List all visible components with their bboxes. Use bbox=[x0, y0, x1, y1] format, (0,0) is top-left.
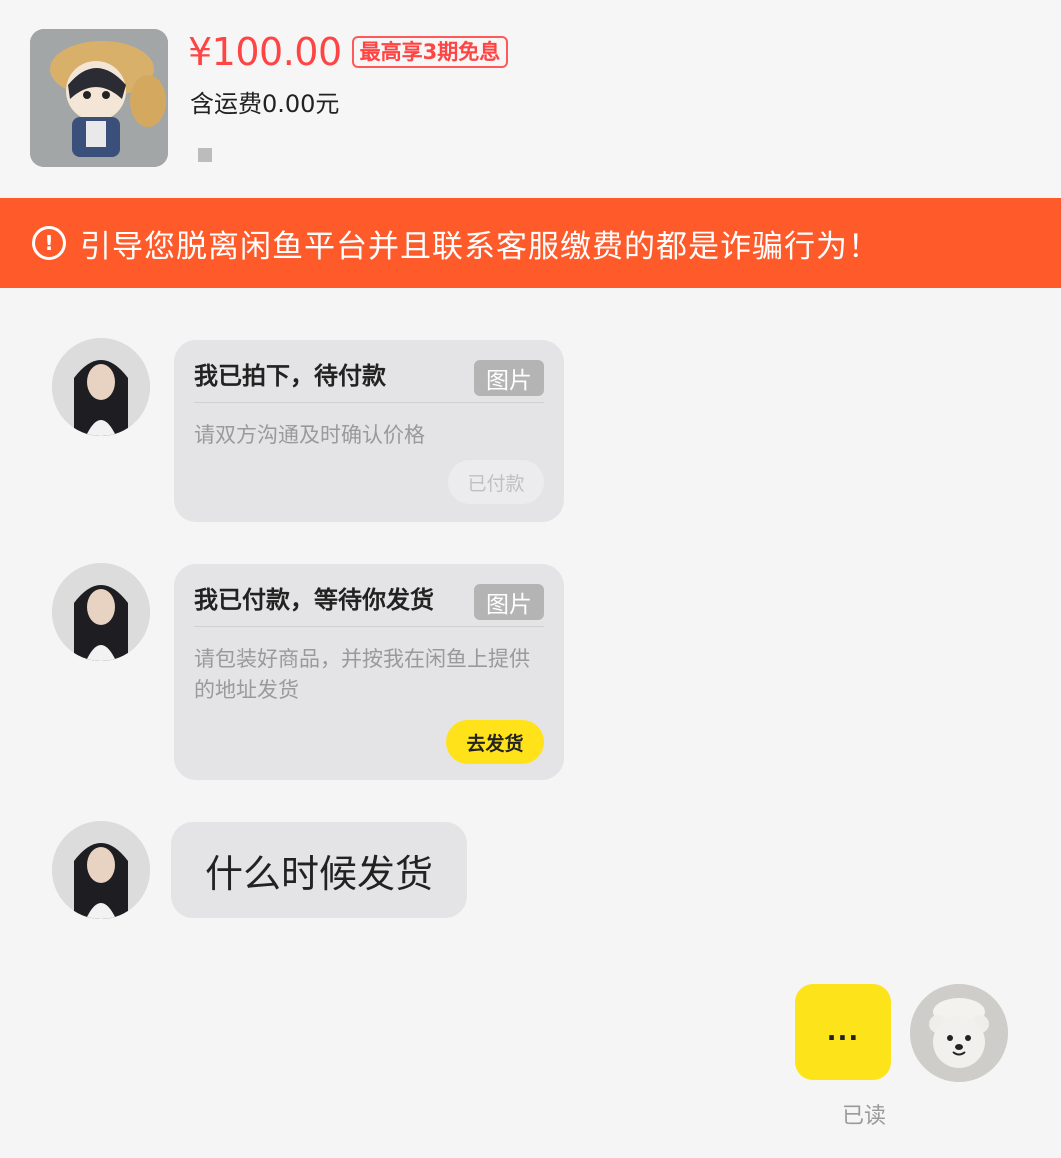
buyer-avatar-photo bbox=[52, 821, 150, 919]
exclamation-circle-icon: ! bbox=[32, 226, 66, 260]
buyer-avatar[interactable] bbox=[52, 338, 150, 436]
shipping-fee: 含运费0.00元 bbox=[190, 90, 340, 118]
ship-now-button[interactable]: 去发货 bbox=[446, 720, 544, 764]
read-status: 已读 bbox=[842, 1104, 887, 1129]
card-image-tag: 图片 bbox=[474, 360, 544, 396]
buyer-avatar-photo bbox=[52, 563, 150, 661]
buyer-avatar-photo bbox=[52, 338, 150, 436]
card-title: 我已付款，等待你发货 bbox=[194, 586, 434, 614]
product-thumbnail[interactable] bbox=[30, 29, 168, 167]
my-avatar[interactable] bbox=[910, 984, 1008, 1082]
order-card-pending-payment[interactable]: 我已拍下，待付款 图片 请双方沟通及时确认价格 已付款 bbox=[174, 340, 564, 522]
buyer-text-message[interactable]: 什么时候发货 bbox=[171, 822, 467, 918]
buyer-avatar[interactable] bbox=[52, 563, 150, 661]
fraud-warning-banner: ! 引导您脱离闲鱼平台并且联系客服缴费的都是诈骗行为！ bbox=[0, 198, 1061, 288]
fraud-warning-text: 引导您脱离闲鱼平台并且联系客服缴费的都是诈骗行为！ bbox=[80, 228, 880, 265]
price-row: ¥100.00 最高享3期免息 bbox=[188, 30, 509, 74]
bear-avatar-photo bbox=[910, 984, 1008, 1082]
product-price: ¥100.00 bbox=[188, 30, 342, 74]
card-image-tag: 图片 bbox=[474, 584, 544, 620]
card-description: 请包装好商品，并按我在闲鱼上提供的地址发货 bbox=[194, 647, 530, 702]
installment-badge: 最高享3期免息 bbox=[351, 36, 509, 68]
plush-keychain-photo bbox=[30, 29, 168, 167]
order-card-awaiting-shipment[interactable]: 我已付款，等待你发货 图片 请包装好商品，并按我在闲鱼上提供的地址发货 去发货 bbox=[174, 564, 564, 780]
product-header[interactable]: ¥100.00 最高享3期免息 含运费0.00元 bbox=[0, 0, 1061, 198]
buyer-avatar[interactable] bbox=[52, 821, 150, 919]
card-divider bbox=[194, 626, 544, 627]
card-description: 请双方沟通及时确认价格 bbox=[194, 423, 425, 447]
paid-button[interactable]: 已付款 bbox=[448, 460, 544, 504]
my-text-message[interactable]: ... bbox=[795, 984, 891, 1080]
product-tag-marker bbox=[198, 148, 212, 162]
card-divider bbox=[194, 402, 544, 403]
card-title: 我已拍下，待付款 bbox=[194, 362, 386, 390]
